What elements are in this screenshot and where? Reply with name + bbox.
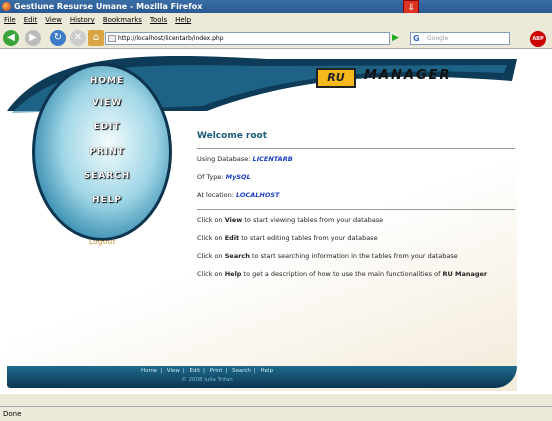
footer-links: Home | View | Edit | Print | Search | Help <box>140 368 274 374</box>
footer-link-help[interactable]: Help <box>261 368 274 374</box>
go-icon[interactable]: ▶ <box>392 32 404 45</box>
menu-tools[interactable]: Tools <box>150 13 167 27</box>
status-bar: Done <box>0 406 552 421</box>
database-info: Using Database: LICENTARB <box>197 155 515 163</box>
instruction-text: Click on <box>197 270 223 278</box>
instruction-text: to get a description of how to use the m… <box>243 270 441 278</box>
sidebar-item-print[interactable]: PRINT <box>67 147 147 157</box>
sidebar-item-view[interactable]: VIEW <box>67 98 147 108</box>
footer-link-search[interactable]: Search <box>232 368 251 374</box>
google-icon: G <box>413 34 420 43</box>
footer-link-view[interactable]: View <box>167 368 180 374</box>
page-viewport: HOME VIEW EDIT PRINT SEARCH HELP Logout … <box>0 49 552 394</box>
title-bar: Gestiune Resurse Umane - Mozilla Firefox <box>0 0 552 13</box>
search-box[interactable]: G Google <box>410 32 510 45</box>
search-placeholder: Google <box>427 35 449 42</box>
menu-edit[interactable]: Edit <box>24 13 38 27</box>
main-content: Welcome root Using Database: LICENTARB O… <box>197 131 515 288</box>
divider <box>197 209 515 210</box>
instruction-text: Click on <box>197 216 223 224</box>
window-title: Gestiune Resurse Umane - Mozilla Firefox <box>14 2 203 11</box>
welcome-heading: Welcome root <box>197 131 268 141</box>
sidebar-item-search[interactable]: SEARCH <box>67 171 147 181</box>
page-icon <box>108 35 116 42</box>
footer-link-home[interactable]: Home <box>141 368 157 374</box>
footer-link-edit[interactable]: Edit <box>189 368 200 374</box>
type-info: Of Type: MySQL <box>197 173 515 181</box>
stop-icon[interactable]: ✕ <box>70 30 86 46</box>
logout-link[interactable]: Logout <box>89 238 116 246</box>
logo-ru: RU <box>316 68 356 88</box>
menu-history[interactable]: History <box>70 13 95 27</box>
menu-bookmarks[interactable]: Bookmarks <box>103 13 142 27</box>
menu-file[interactable]: File <box>4 13 16 27</box>
menu-help[interactable]: Help <box>175 13 191 27</box>
sidebar-item-home[interactable]: HOME <box>67 76 147 86</box>
app-logo: RU MANAGER <box>316 66 496 90</box>
sidebar-item-edit[interactable]: EDIT <box>67 122 147 132</box>
sidebar-item-help[interactable]: HELP <box>67 195 147 205</box>
location-label: At location: <box>197 191 234 199</box>
type-label: Of Type: <box>197 173 224 181</box>
instruction-keyword: Edit <box>224 234 240 242</box>
instruction-text: to start viewing tables from your databa… <box>244 216 384 224</box>
reload-icon[interactable]: ↻ <box>50 30 66 46</box>
instruction-text: to start editing tables from your databa… <box>241 234 378 242</box>
type-value: MySQL <box>225 173 251 181</box>
location-info: At location: LOCALHOST <box>197 191 515 199</box>
address-url: http://localhost/licentarb/index.php <box>118 35 224 42</box>
copyright: © 2008 Iulia Trifan <box>181 377 233 383</box>
footer-link-print[interactable]: Print <box>210 368 223 374</box>
search-instruction: Click on Search to start searching infor… <box>197 252 515 260</box>
instruction-text: Click on <box>197 234 223 242</box>
instruction-keyword: Help <box>224 270 242 278</box>
divider <box>197 148 515 149</box>
menu-bar: File Edit View History Bookmarks Tools H… <box>0 13 552 27</box>
instruction-text: Click on <box>197 252 223 260</box>
edit-instruction: Click on Edit to start editing tables fr… <box>197 234 515 242</box>
instruction-keyword: View <box>224 216 243 224</box>
view-instruction: Click on View to start viewing tables fr… <box>197 216 515 224</box>
ru-manager-page: HOME VIEW EDIT PRINT SEARCH HELP Logout … <box>7 51 517 391</box>
home-icon[interactable]: ⌂ <box>88 30 104 46</box>
location-value: LOCALHOST <box>236 191 280 199</box>
address-bar[interactable]: http://localhost/licentarb/index.php <box>105 32 390 45</box>
adblock-icon[interactable]: ABP <box>530 31 546 47</box>
firefox-icon <box>2 2 11 11</box>
menu-view[interactable]: View <box>45 13 62 27</box>
forward-icon[interactable]: ▶ <box>25 30 41 46</box>
browser-window: Gestiune Resurse Umane - Mozilla Firefox… <box>0 0 552 421</box>
navigation-toolbar: ◀ ▶ ↻ ✕ ⌂ http://localhost/licentarb/ind… <box>0 27 552 49</box>
back-icon[interactable]: ◀ <box>3 30 19 46</box>
instruction-text: to start searching information in the ta… <box>251 252 458 260</box>
app-name: RU Manager <box>442 270 488 278</box>
status-text: Done <box>3 410 22 418</box>
database-label: Using Database: <box>197 155 251 163</box>
footer-bar: Home | View | Edit | Print | Search | Help © … <box>7 366 517 388</box>
logo-manager: MANAGER <box>364 68 452 83</box>
help-instruction: Click on Help to get a description of ho… <box>197 270 515 278</box>
instruction-keyword: Search <box>224 252 250 260</box>
database-value: LICENTARB <box>252 155 293 163</box>
